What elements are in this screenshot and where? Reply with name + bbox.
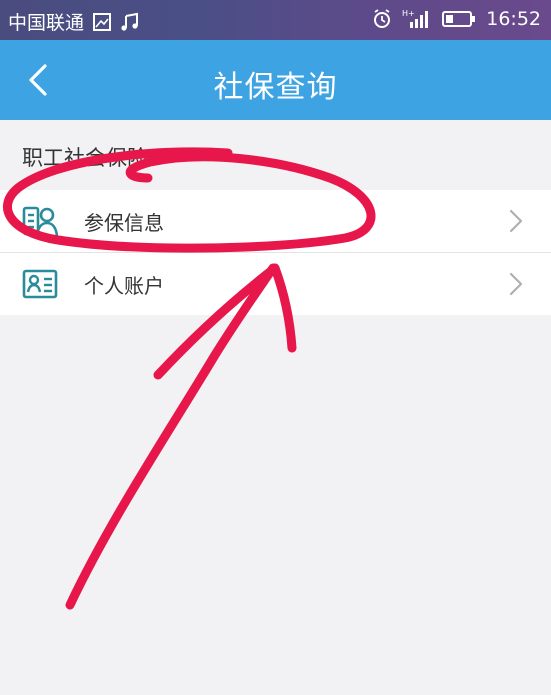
page-title: 社保查询 bbox=[213, 70, 338, 105]
section-title: 职工社会保险 bbox=[22, 146, 148, 170]
status-bar-left: 中国联通 bbox=[8, 8, 140, 35]
list-item-insurance-info[interactable]: 参保信息 bbox=[0, 190, 551, 252]
music-icon bbox=[120, 12, 140, 32]
clock-time: 16:52 bbox=[486, 8, 541, 30]
status-bar-right: H+ 16:52 bbox=[372, 8, 541, 30]
chevron-right-icon bbox=[509, 209, 523, 233]
alarm-icon bbox=[372, 9, 392, 29]
annotation-arrow-shaft bbox=[65, 263, 278, 610]
person-card-icon bbox=[22, 206, 58, 237]
id-card-icon bbox=[22, 269, 58, 299]
carrier-name: 中国联通 bbox=[8, 12, 85, 34]
network-type: H+ bbox=[402, 9, 415, 18]
signal-icon: H+ bbox=[402, 8, 432, 30]
app-header: 社保查询 bbox=[0, 40, 551, 120]
status-bar: 中国联通 H+ 16:52 bbox=[0, 0, 551, 40]
list-item-label: 参保信息 bbox=[84, 210, 164, 235]
battery-icon bbox=[442, 10, 476, 28]
image-icon bbox=[92, 12, 112, 32]
list-item-label: 个人账户 bbox=[84, 273, 164, 298]
insurance-menu-list: 参保信息 个人账户 bbox=[0, 190, 551, 315]
chevron-right-icon bbox=[509, 272, 523, 296]
list-item-personal-account[interactable]: 个人账户 bbox=[0, 252, 551, 315]
